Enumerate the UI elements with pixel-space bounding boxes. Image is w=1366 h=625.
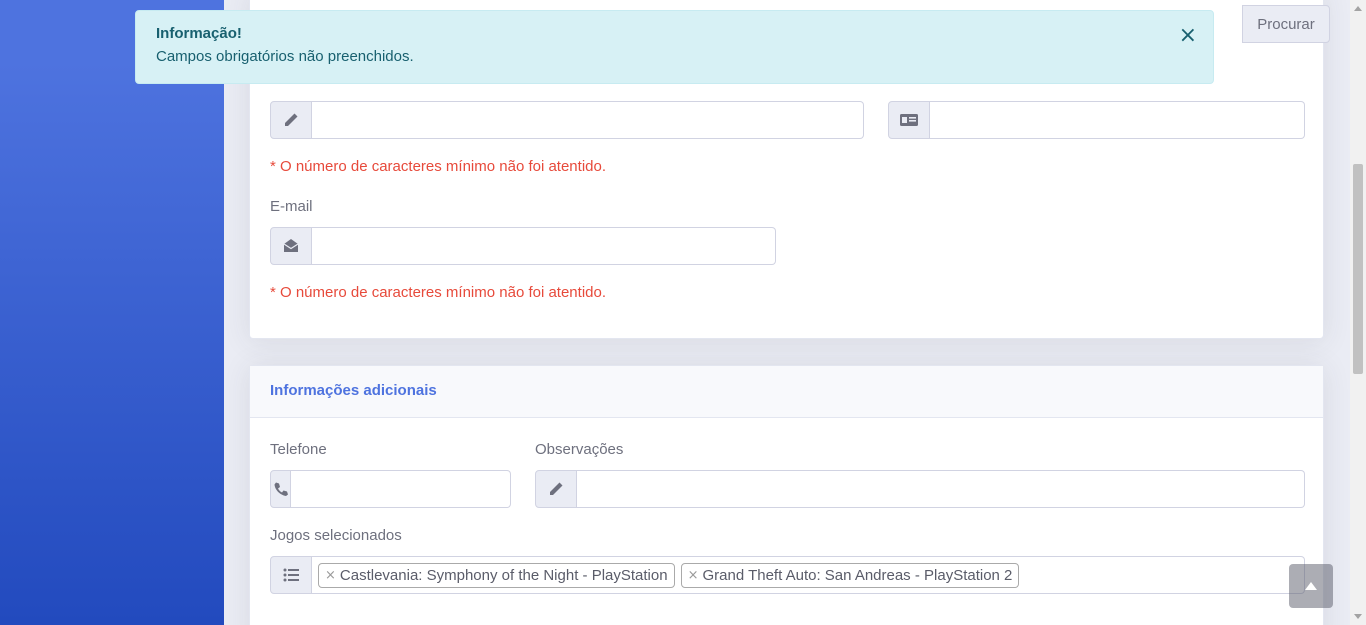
envelope-open-icon <box>270 227 312 265</box>
email-error: * O número de caracteres mínimo não foi … <box>270 284 607 301</box>
scroll-thumb[interactable] <box>1353 164 1363 374</box>
id-card-icon <box>888 101 930 139</box>
remove-tag-icon[interactable]: × <box>688 568 699 583</box>
alert-message: Campos obrigatórios não preenchidos. <box>156 48 414 65</box>
observacoes-label: Observações <box>535 441 624 458</box>
pencil-icon <box>535 470 577 508</box>
alert-title: Informação! <box>156 25 242 42</box>
scroll-to-top-button[interactable] <box>1289 564 1333 608</box>
info-alert: Informação! Campos obrigatórios não pree… <box>135 10 1214 84</box>
selected-game-tag: × Grand Theft Auto: San Andreas - PlaySt… <box>680 562 1020 588</box>
main-content: Procurar Nome CPF * O número de caracter… <box>224 0 1350 625</box>
pencil-icon <box>270 101 312 139</box>
observacoes-input-group <box>535 470 1305 508</box>
sidebar <box>0 0 224 625</box>
list-icon <box>270 556 312 594</box>
close-icon[interactable]: × <box>1179 25 1197 47</box>
games-multiselect[interactable]: × Castlevania: Symphony of the Night - P… <box>312 556 1305 594</box>
jogos-input-group: × Castlevania: Symphony of the Night - P… <box>270 556 1305 594</box>
card-header: Informações adicionais <box>250 366 1323 418</box>
jogos-label: Jogos selecionados <box>270 527 402 544</box>
nome-input[interactable] <box>312 101 864 139</box>
telefone-input-group <box>270 470 511 508</box>
additional-info-card: Informações adicionais Telefone Observaç… <box>249 365 1324 625</box>
phone-icon <box>270 470 291 508</box>
selected-game-tag: × Castlevania: Symphony of the Night - P… <box>318 562 675 588</box>
scroll-down-arrow-icon[interactable] <box>1354 614 1362 619</box>
email-input[interactable] <box>312 227 776 265</box>
nome-input-group <box>270 101 864 139</box>
scroll-up-arrow-icon[interactable] <box>1354 6 1362 11</box>
email-input-group <box>270 227 776 265</box>
search-button[interactable]: Procurar <box>1242 5 1330 43</box>
telefone-label: Telefone <box>270 441 327 458</box>
page-scrollbar[interactable] <box>1350 0 1366 625</box>
nome-error: * O número de caracteres mínimo não foi … <box>270 158 607 175</box>
chevron-up-icon <box>1305 582 1317 590</box>
telefone-input[interactable] <box>291 470 511 508</box>
tag-label: Castlevania: Symphony of the Night - Pla… <box>339 566 668 584</box>
email-label: E-mail <box>270 198 313 215</box>
card-header-title: Informações adicionais <box>270 382 437 399</box>
cpf-input-group <box>888 101 1305 139</box>
remove-tag-icon[interactable]: × <box>325 568 336 583</box>
observacoes-input[interactable] <box>577 470 1305 508</box>
tag-label: Grand Theft Auto: San Andreas - PlayStat… <box>702 566 1013 584</box>
cpf-input[interactable] <box>930 101 1305 139</box>
